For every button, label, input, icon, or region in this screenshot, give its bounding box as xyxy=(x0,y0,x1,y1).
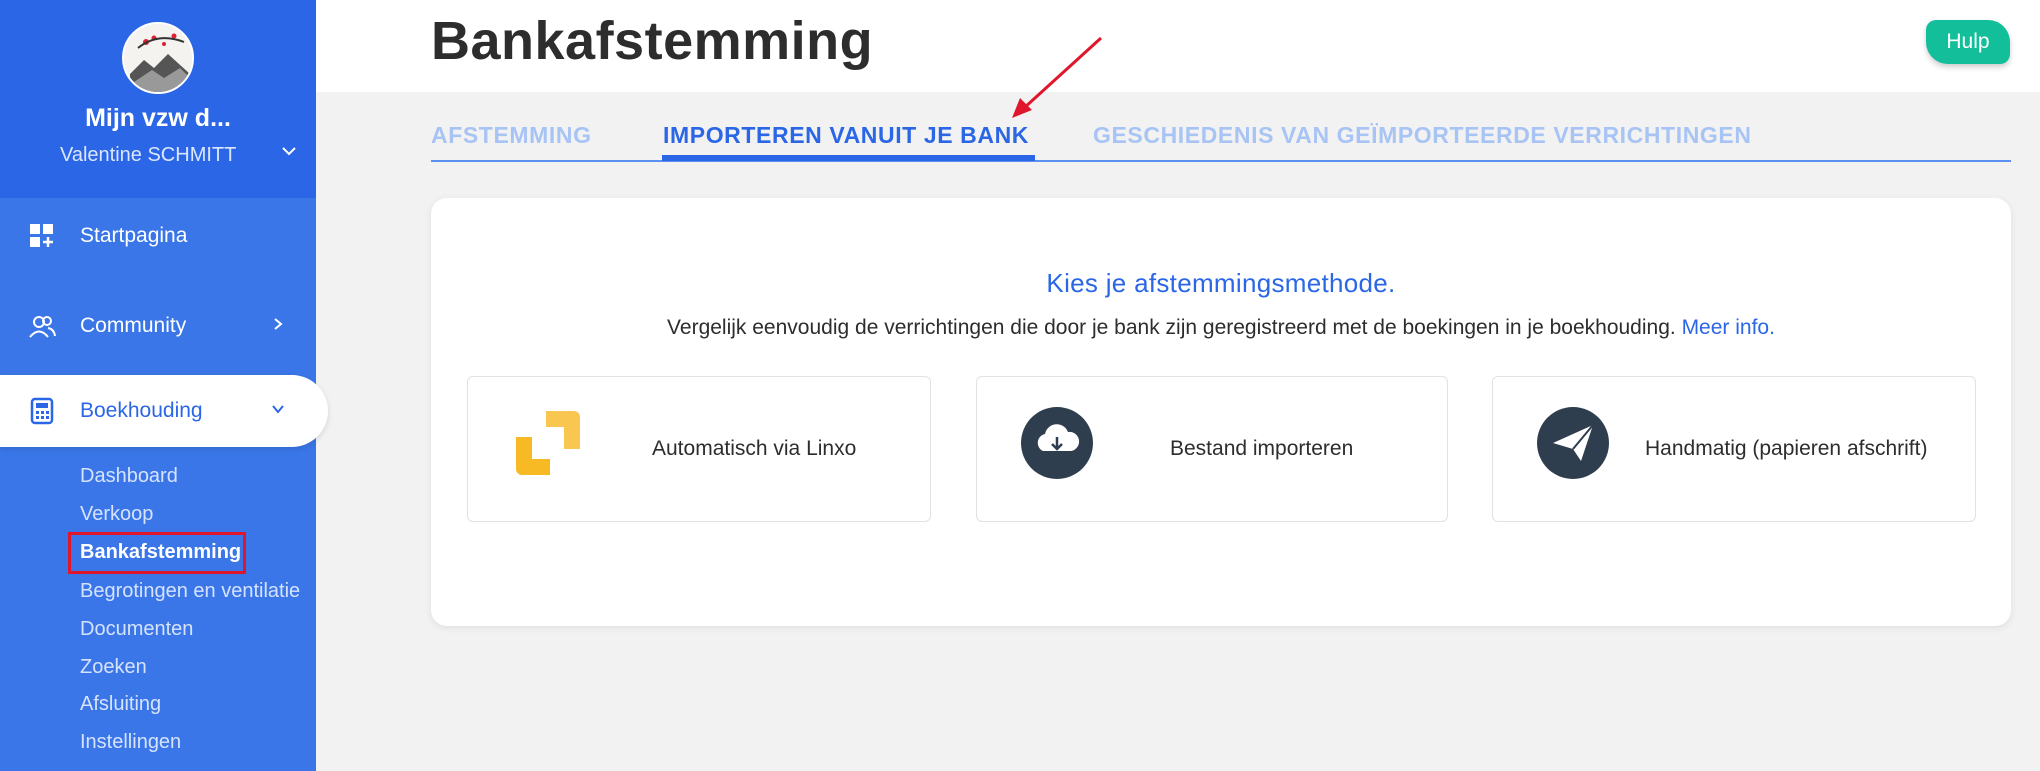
submenu-item-dashboard[interactable]: Dashboard xyxy=(80,465,178,488)
user-name: Valentine SCHMITT xyxy=(60,144,237,166)
sidebar: Mijn vzw d... Valentine SCHMITT Startpag… xyxy=(0,0,328,771)
method-card: Kies je afstemmingsmethode. Vergelijk ee… xyxy=(431,198,2011,626)
organization-name: Mijn vzw d... xyxy=(85,104,231,132)
dashboard-icon xyxy=(28,222,56,250)
users-icon xyxy=(28,312,56,340)
chevron-down-icon xyxy=(270,399,286,423)
card-title: Kies je afstemmingsmethode. xyxy=(1046,268,1396,298)
submenu-item-zoeken[interactable]: Zoeken xyxy=(80,656,147,679)
sidebar-item-startpagina[interactable]: Startpagina xyxy=(0,200,316,272)
avatar[interactable] xyxy=(122,22,194,94)
page-title: Bankafstemming xyxy=(431,11,874,71)
chevron-down-icon[interactable] xyxy=(280,142,298,165)
highlight-box xyxy=(68,532,246,574)
submenu-item-verkoop[interactable]: Verkoop xyxy=(80,503,153,526)
calculator-icon xyxy=(28,397,56,425)
more-info-link[interactable]: Meer info. xyxy=(1682,316,1775,339)
paper-plane-icon xyxy=(1537,407,1609,479)
option-label: Bestand importeren xyxy=(1170,437,1354,460)
option-linxo[interactable]: Automatisch via Linxo xyxy=(467,376,931,522)
description-text: Vergelijk eenvoudig de verrichtingen die… xyxy=(667,316,1676,339)
tab-afstemming[interactable]: AFSTEMMING xyxy=(431,122,592,149)
submenu-item-documenten[interactable]: Documenten xyxy=(80,618,193,641)
sidebar-item-label: Startpagina xyxy=(80,224,188,247)
cloud-download-icon xyxy=(1021,407,1093,479)
submenu-item-afsluiting[interactable]: Afsluiting xyxy=(80,693,161,716)
option-label: Automatisch via Linxo xyxy=(652,437,857,460)
active-tab-indicator xyxy=(662,155,1035,161)
sidebar-item-community[interactable]: Community xyxy=(0,290,316,362)
sidebar-profile: Mijn vzw d... Valentine SCHMITT xyxy=(0,0,316,198)
option-label: Handmatig (papieren afschrift) xyxy=(1645,437,1928,460)
help-button[interactable]: Hulp xyxy=(1926,20,2010,64)
chevron-right-icon xyxy=(270,314,286,338)
submenu-item-instellingen[interactable]: Instellingen xyxy=(80,731,181,754)
sidebar-item-label: Community xyxy=(80,314,187,337)
option-bestand[interactable]: Bestand importeren xyxy=(976,376,1448,522)
tab-geschiedenis[interactable]: GESCHIEDENIS VAN GEÏMPORTEERDE VERRICHTI… xyxy=(1093,122,1752,149)
sidebar-item-label: Boekhouding xyxy=(80,399,203,422)
linxo-logo-icon xyxy=(512,407,584,479)
tab-importeren[interactable]: IMPORTEREN VANUIT JE BANK xyxy=(663,122,1029,149)
option-handmatig[interactable]: Handmatig (papieren afschrift) xyxy=(1492,376,1976,522)
card-description: Vergelijk eenvoudig de verrichtingen die… xyxy=(431,316,2011,340)
sidebar-item-boekhouding[interactable]: Boekhouding xyxy=(0,375,328,447)
submenu-item-begrotingen[interactable]: Begrotingen en ventilatie xyxy=(80,580,300,603)
